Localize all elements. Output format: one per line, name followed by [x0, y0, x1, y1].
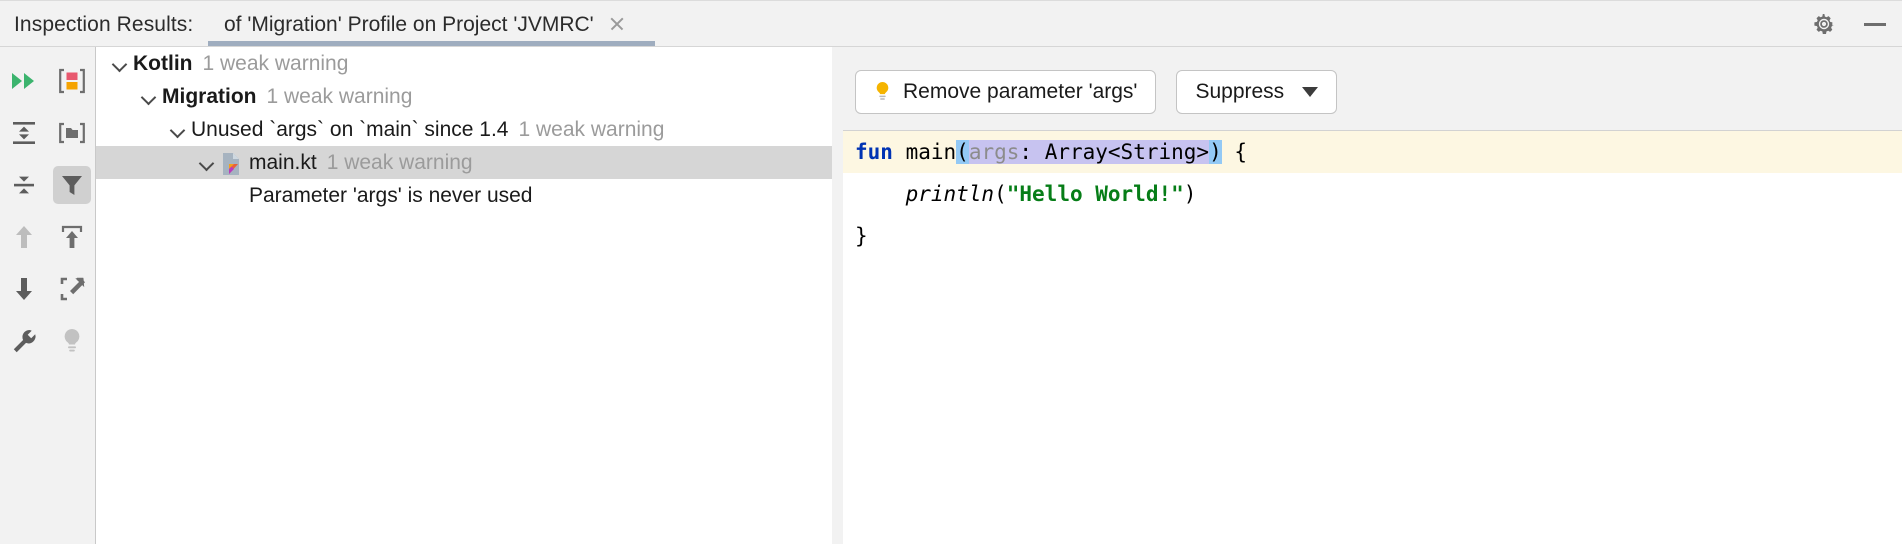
tree-row-label: Kotlin — [133, 51, 193, 75]
chevron-down-icon[interactable] — [140, 88, 157, 105]
code-fn-name: main — [905, 140, 957, 164]
edit-settings-button[interactable] — [0, 315, 48, 367]
tree-row-label: main.kt — [249, 150, 317, 174]
folder-brackets-icon — [53, 114, 91, 152]
rerun-inspection-button[interactable] — [0, 55, 48, 107]
code-preview[interactable]: fun main(args: Array<String>) { println(… — [843, 130, 1902, 544]
chevron-down-icon — [1302, 87, 1319, 97]
code-keyword-fun: fun — [855, 140, 893, 164]
code-line-3: } — [843, 215, 1902, 257]
suppress-button[interactable]: Suppress — [1176, 70, 1338, 114]
code-line1-tail: { — [1221, 140, 1248, 164]
tree-row[interactable]: main.kt 1 weak warning — [96, 146, 832, 179]
arrow-down-icon — [5, 270, 43, 308]
remove-parameter-label: Remove parameter 'args' — [903, 80, 1138, 103]
code-string-literal: "Hello World!" — [1006, 182, 1184, 206]
header-actions — [1812, 1, 1886, 47]
previous-problem-button[interactable] — [0, 211, 48, 263]
tree-row[interactable]: Kotlin 1 weak warning — [96, 47, 832, 80]
tree-row-count: 1 weak warning — [518, 117, 665, 141]
export-arrow-up-icon — [53, 218, 91, 256]
suppress-label: Suppress — [1195, 80, 1285, 103]
group-by-directory-button[interactable] — [48, 107, 96, 159]
problem-detail-panel: Remove parameter 'args' Suppress fun mai… — [843, 47, 1902, 544]
lightbulb-icon — [874, 81, 891, 103]
collapse-all-icon — [5, 166, 43, 204]
open-in-editor-button[interactable] — [48, 263, 96, 315]
code-line-2: println("Hello World!") — [843, 173, 1902, 215]
group-by-severity-button[interactable] — [48, 55, 96, 107]
code-call-println: println — [905, 182, 995, 206]
funnel-icon — [53, 166, 91, 204]
lightbulb-gray-icon — [53, 322, 91, 360]
tree-row-label: Migration — [162, 84, 257, 108]
code-param-name: args — [968, 140, 1020, 164]
tree-row-count: 1 weak warning — [326, 150, 473, 174]
code-line-1: fun main(args: Array<String>) { — [843, 131, 1902, 173]
export-results-button[interactable] — [48, 211, 96, 263]
window-body: Kotlin 1 weak warning Migration 1 weak warn… — [0, 46, 1902, 544]
code-closing-brace: } — [855, 224, 868, 248]
severity-brackets-icon — [53, 62, 91, 100]
tree-row-count: 1 weak warning — [266, 84, 413, 108]
code-line2-open: ( — [994, 182, 1007, 206]
quick-fix-toolbar: Remove parameter 'args' Suppress — [843, 69, 1338, 115]
tree-row-count: 1 weak warning — [202, 51, 349, 75]
tree-row-label: Unused `args` on `main` since 1.4 — [191, 117, 509, 141]
next-problem-button[interactable] — [0, 263, 48, 315]
gear-icon[interactable] — [1812, 12, 1836, 36]
tab-label: of 'Migration' Profile on Project 'JVMRC… — [224, 12, 594, 36]
wrench-icon — [5, 322, 43, 360]
window-header: Inspection Results: of 'Migration' Profi… — [0, 0, 1902, 46]
show-quick-fixes-button[interactable] — [48, 315, 96, 367]
code-param-type: : Array<String> — [1019, 140, 1210, 164]
open-external-icon — [53, 270, 91, 308]
tree-row[interactable]: Parameter 'args' is never used — [96, 179, 832, 212]
chevron-down-icon[interactable] — [169, 121, 186, 138]
arrow-up-icon — [5, 218, 43, 256]
remove-parameter-button[interactable]: Remove parameter 'args' — [855, 70, 1157, 114]
code-close-paren: ) — [1209, 140, 1222, 164]
tree-row-label: Parameter 'args' is never used — [249, 183, 533, 207]
inspection-toolbar — [0, 47, 95, 544]
chevron-down-icon[interactable] — [111, 55, 128, 72]
expand-all-button[interactable] — [0, 107, 48, 159]
panel-splitter[interactable] — [832, 47, 843, 544]
double-play-icon — [5, 62, 43, 100]
code-open-paren: ( — [956, 140, 969, 164]
expand-all-icon — [5, 114, 43, 152]
code-line2-close: ) — [1183, 182, 1197, 206]
tree-row[interactable]: Unused `args` on `main` since 1.4 1 weak … — [96, 113, 832, 146]
tree-row[interactable]: Migration 1 weak warning — [96, 80, 832, 113]
inspection-tree[interactable]: Kotlin 1 weak warning Migration 1 weak warn… — [95, 47, 832, 544]
page-title: Inspection Results: — [14, 13, 194, 36]
inspection-results-window: Inspection Results: of 'Migration' Profi… — [0, 0, 1902, 544]
filter-results-button[interactable] — [48, 159, 96, 211]
close-icon[interactable] — [608, 15, 626, 33]
minimize-icon[interactable] — [1864, 13, 1886, 35]
chevron-down-icon[interactable] — [198, 154, 215, 171]
collapse-all-button[interactable] — [0, 159, 48, 211]
kotlin-file-icon — [220, 152, 242, 176]
